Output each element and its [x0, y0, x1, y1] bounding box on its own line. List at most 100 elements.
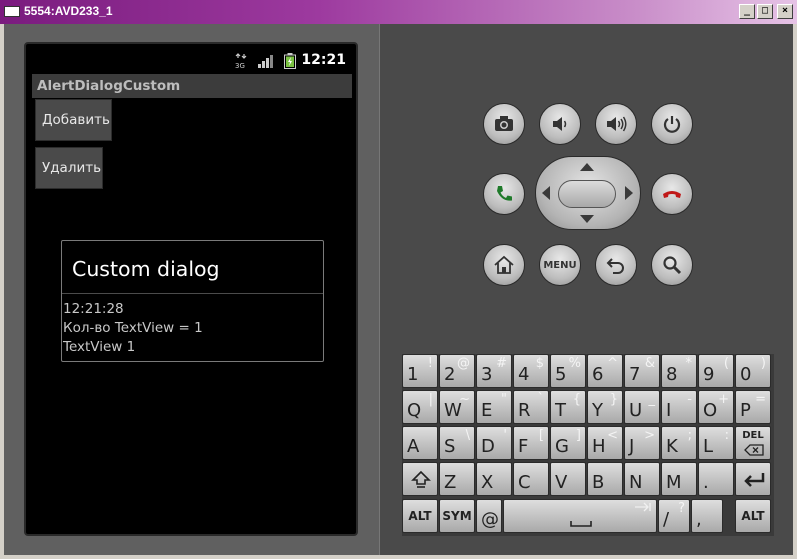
- space-icon: [570, 521, 592, 527]
- key-h-alt-label: <: [607, 428, 618, 443]
- key-2[interactable]: 2 @: [439, 354, 475, 388]
- key-1[interactable]: 1!: [402, 354, 438, 388]
- key-9[interactable]: 9(: [698, 354, 734, 388]
- key-n[interactable]: N: [624, 462, 660, 496]
- dpad-center-button[interactable]: [558, 180, 616, 208]
- key-w[interactable]: W ~: [439, 390, 475, 424]
- key-8-label: 8: [666, 364, 678, 385]
- key-x[interactable]: X: [476, 462, 512, 496]
- key-c[interactable]: C: [513, 462, 549, 496]
- key-u-label: U: [629, 400, 643, 421]
- maximize-button[interactable]: □: [757, 4, 773, 19]
- add-button[interactable]: Добавить: [35, 99, 112, 141]
- key-comma[interactable]: ,: [691, 499, 723, 533]
- key-e[interactable]: E ": [476, 390, 512, 424]
- home-button[interactable]: [483, 244, 525, 286]
- key-o[interactable]: O +: [698, 390, 734, 424]
- key-f[interactable]: F[: [513, 426, 549, 460]
- key-h[interactable]: H <: [587, 426, 623, 460]
- hardware-keyboard: 1! 2 @3 #4 $5% 6 ^ 7 & 8 * 9(0) Q | W ~ E " R ` T{Y} U _ I - O + P =…: [402, 354, 774, 536]
- key-z[interactable]: Z: [439, 462, 475, 496]
- key-3[interactable]: 3 #: [476, 354, 512, 388]
- key-g-alt-label: ]: [575, 428, 581, 443]
- key-slash[interactable]: /?: [658, 499, 690, 533]
- key-v[interactable]: V: [550, 462, 586, 496]
- key-period[interactable]: .: [698, 462, 734, 496]
- key-d[interactable]: D ': [476, 426, 512, 460]
- key-d-label: D: [481, 436, 495, 457]
- key-o-alt-label: +: [718, 392, 729, 407]
- menu-button[interactable]: MENU: [539, 244, 581, 286]
- dpad-left-icon[interactable]: [542, 186, 550, 200]
- close-button[interactable]: ×: [777, 4, 793, 19]
- key-j[interactable]: J >: [624, 426, 660, 460]
- key-x-label: X: [481, 472, 494, 493]
- app-title-bar: AlertDialogCustom: [32, 74, 352, 98]
- status-time: 12:21: [301, 52, 346, 68]
- key-q[interactable]: Q |: [402, 390, 438, 424]
- key-u-alt-label: _: [648, 392, 656, 407]
- key-y-label: Y: [592, 400, 603, 421]
- dpad-right-icon[interactable]: [625, 186, 633, 200]
- key-a[interactable]: A: [402, 426, 438, 460]
- key-0[interactable]: 0): [735, 354, 771, 388]
- dialog-count-text: Кол-во TextView = 1: [63, 320, 203, 336]
- key-l-label: L: [703, 436, 714, 457]
- key-6[interactable]: 6 ^: [587, 354, 623, 388]
- key-0-alt-label: ): [760, 356, 766, 371]
- key-i-alt-label: -: [687, 392, 692, 407]
- key-k-alt-label: ;: [687, 428, 692, 443]
- camera-button[interactable]: [483, 103, 525, 145]
- key-shift[interactable]: [402, 462, 438, 496]
- key-p[interactable]: P =: [735, 390, 771, 424]
- key-9-label: 9: [703, 364, 715, 385]
- key-enter[interactable]: [735, 462, 771, 496]
- key-t[interactable]: T{: [550, 390, 586, 424]
- volume-down-button[interactable]: [539, 103, 581, 145]
- key-alt-left[interactable]: ALT: [402, 499, 438, 533]
- key-r-label: R: [518, 400, 531, 421]
- key-r[interactable]: R `: [513, 390, 549, 424]
- key-alt-right[interactable]: ALT: [735, 499, 771, 533]
- key-period-label: .: [703, 472, 709, 493]
- key-sym[interactable]: SYM: [439, 499, 475, 533]
- key-8[interactable]: 8 *: [661, 354, 697, 388]
- signal-icon: [258, 55, 273, 68]
- search-icon: [663, 256, 682, 275]
- dpad-up-icon[interactable]: [580, 163, 594, 171]
- key-g[interactable]: G]: [550, 426, 586, 460]
- key-comma-label: ,: [696, 509, 702, 530]
- minimize-button[interactable]: _: [739, 4, 755, 19]
- back-button[interactable]: [595, 244, 637, 286]
- delete-button[interactable]: Удалить: [35, 147, 103, 189]
- key-g-label: G: [555, 436, 569, 457]
- key-4[interactable]: 4 $: [513, 354, 549, 388]
- call-icon: [497, 186, 512, 201]
- key-s[interactable]: S \: [439, 426, 475, 460]
- end-call-button[interactable]: [651, 173, 693, 215]
- call-button[interactable]: [483, 173, 525, 215]
- dpad-down-icon[interactable]: [580, 215, 594, 223]
- dialog-time-text: 12:21:28: [63, 301, 124, 317]
- key-7[interactable]: 7 &: [624, 354, 660, 388]
- key-l[interactable]: L:: [698, 426, 734, 460]
- volume-up-button[interactable]: [595, 103, 637, 145]
- key-j-label: J: [629, 436, 635, 457]
- key-6-label: 6: [592, 364, 604, 385]
- key-i[interactable]: I-: [661, 390, 697, 424]
- key-k[interactable]: K;: [661, 426, 697, 460]
- key-y[interactable]: Y}: [587, 390, 623, 424]
- key-sym-label: SYM: [442, 509, 472, 523]
- title-bar[interactable]: 5554:AVD233_1 _ □ ×: [0, 0, 797, 24]
- key-m[interactable]: M: [661, 462, 697, 496]
- key-5-alt-label: %: [568, 356, 581, 371]
- power-button[interactable]: [651, 103, 693, 145]
- key-at[interactable]: @: [476, 499, 502, 533]
- key-5[interactable]: 5%: [550, 354, 586, 388]
- key-u[interactable]: U _: [624, 390, 660, 424]
- key-space[interactable]: [503, 499, 657, 533]
- key-h-label: H: [592, 436, 606, 457]
- key-b[interactable]: B: [587, 462, 623, 496]
- search-button[interactable]: [651, 244, 693, 286]
- key-delete[interactable]: DEL: [735, 426, 771, 460]
